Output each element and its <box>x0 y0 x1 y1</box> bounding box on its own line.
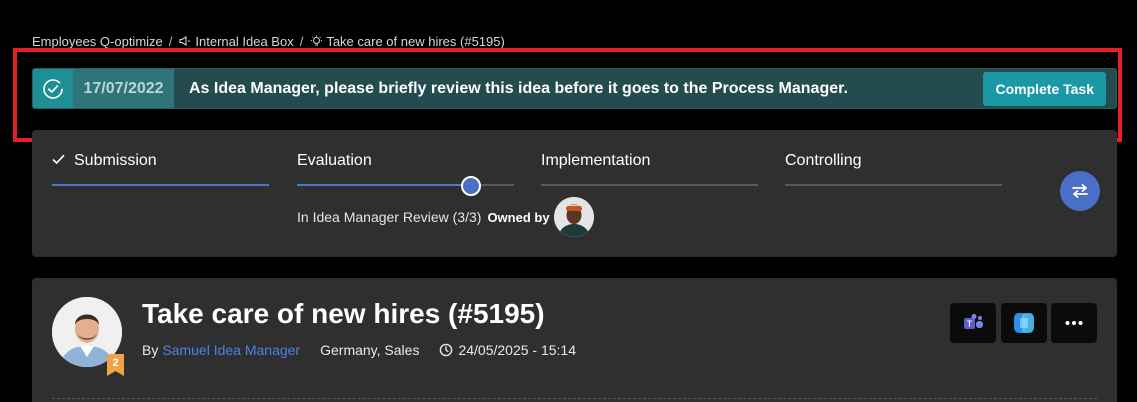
stage-line-evaluation <box>297 184 514 186</box>
stage-evaluation[interactable]: Evaluation <box>297 152 372 170</box>
task-message: As Idea Manager, please briefly review t… <box>189 79 848 97</box>
stage-label: Implementation <box>541 152 651 169</box>
stage-status: In Idea Manager Review (3/3) Owned by <box>297 197 594 237</box>
breadcrumb: Employees Q-optimize / Internal Idea Box… <box>32 33 505 49</box>
task-due-date: 17/07/2022 <box>73 69 174 108</box>
breadcrumb-item-idea-box[interactable]: Internal Idea Box <box>195 34 293 49</box>
breadcrumb-item-current-idea: Take care of new hires (#5195) <box>326 33 505 49</box>
card-divider <box>52 398 1097 399</box>
stage-label: Controlling <box>785 152 862 169</box>
stage-progress-knob[interactable] <box>461 176 481 196</box>
stage-implementation[interactable]: Implementation <box>541 152 650 170</box>
owned-by-label: Owned by <box>487 209 550 225</box>
task-banner: 17/07/2022 As Idea Manager, please brief… <box>32 68 1117 109</box>
stage-line-implementation <box>541 184 758 186</box>
breadcrumb-separator: / <box>168 33 173 49</box>
stage-status-text: In Idea Manager Review (3/3) <box>297 209 482 225</box>
idea-card: 2 Take care of new hires (#5195) By Samu… <box>32 278 1117 402</box>
stage-line-controlling <box>785 184 1002 186</box>
stage-controlling[interactable]: Controlling <box>785 152 861 170</box>
copilot-icon[interactable] <box>1001 303 1047 343</box>
breadcrumb-item-workspace[interactable]: Employees Q-optimize <box>32 34 163 49</box>
swap-arrows-icon[interactable] <box>1060 171 1100 211</box>
stage-progress-fill <box>297 184 471 186</box>
stage-line-submission <box>52 184 269 186</box>
clock-icon <box>439 343 453 357</box>
lightbulb-icon <box>309 34 323 48</box>
svg-text:T: T <box>967 320 972 329</box>
idea-location: Germany, Sales <box>320 342 420 358</box>
author-link[interactable]: Samuel Idea Manager <box>162 342 300 358</box>
idea-title: Take care of new hires (#5195) <box>142 298 545 329</box>
check-circle-icon <box>33 69 73 108</box>
idea-datetime: 24/05/2025 - 15:14 <box>458 342 576 358</box>
stage-label: Evaluation <box>297 152 372 169</box>
owner-avatar[interactable] <box>553 197 594 237</box>
level-badge: 2 <box>107 354 124 376</box>
breadcrumb-separator: / <box>299 33 304 49</box>
level-badge-number: 2 <box>112 357 119 369</box>
more-options-icon[interactable] <box>1051 303 1097 343</box>
stage-submission[interactable]: Submission <box>52 152 157 170</box>
idea-meta: By Samuel Idea Manager Germany, Sales 24… <box>142 342 576 358</box>
by-label: By <box>142 342 159 358</box>
stage-label: Submission <box>74 152 157 169</box>
megaphone-icon <box>178 34 192 48</box>
progress-card: Submission Evaluation Implementation Con… <box>32 130 1117 257</box>
checkmark-icon <box>52 152 68 170</box>
teams-icon[interactable]: T <box>950 303 996 343</box>
complete-task-button[interactable]: Complete Task <box>983 71 1106 106</box>
